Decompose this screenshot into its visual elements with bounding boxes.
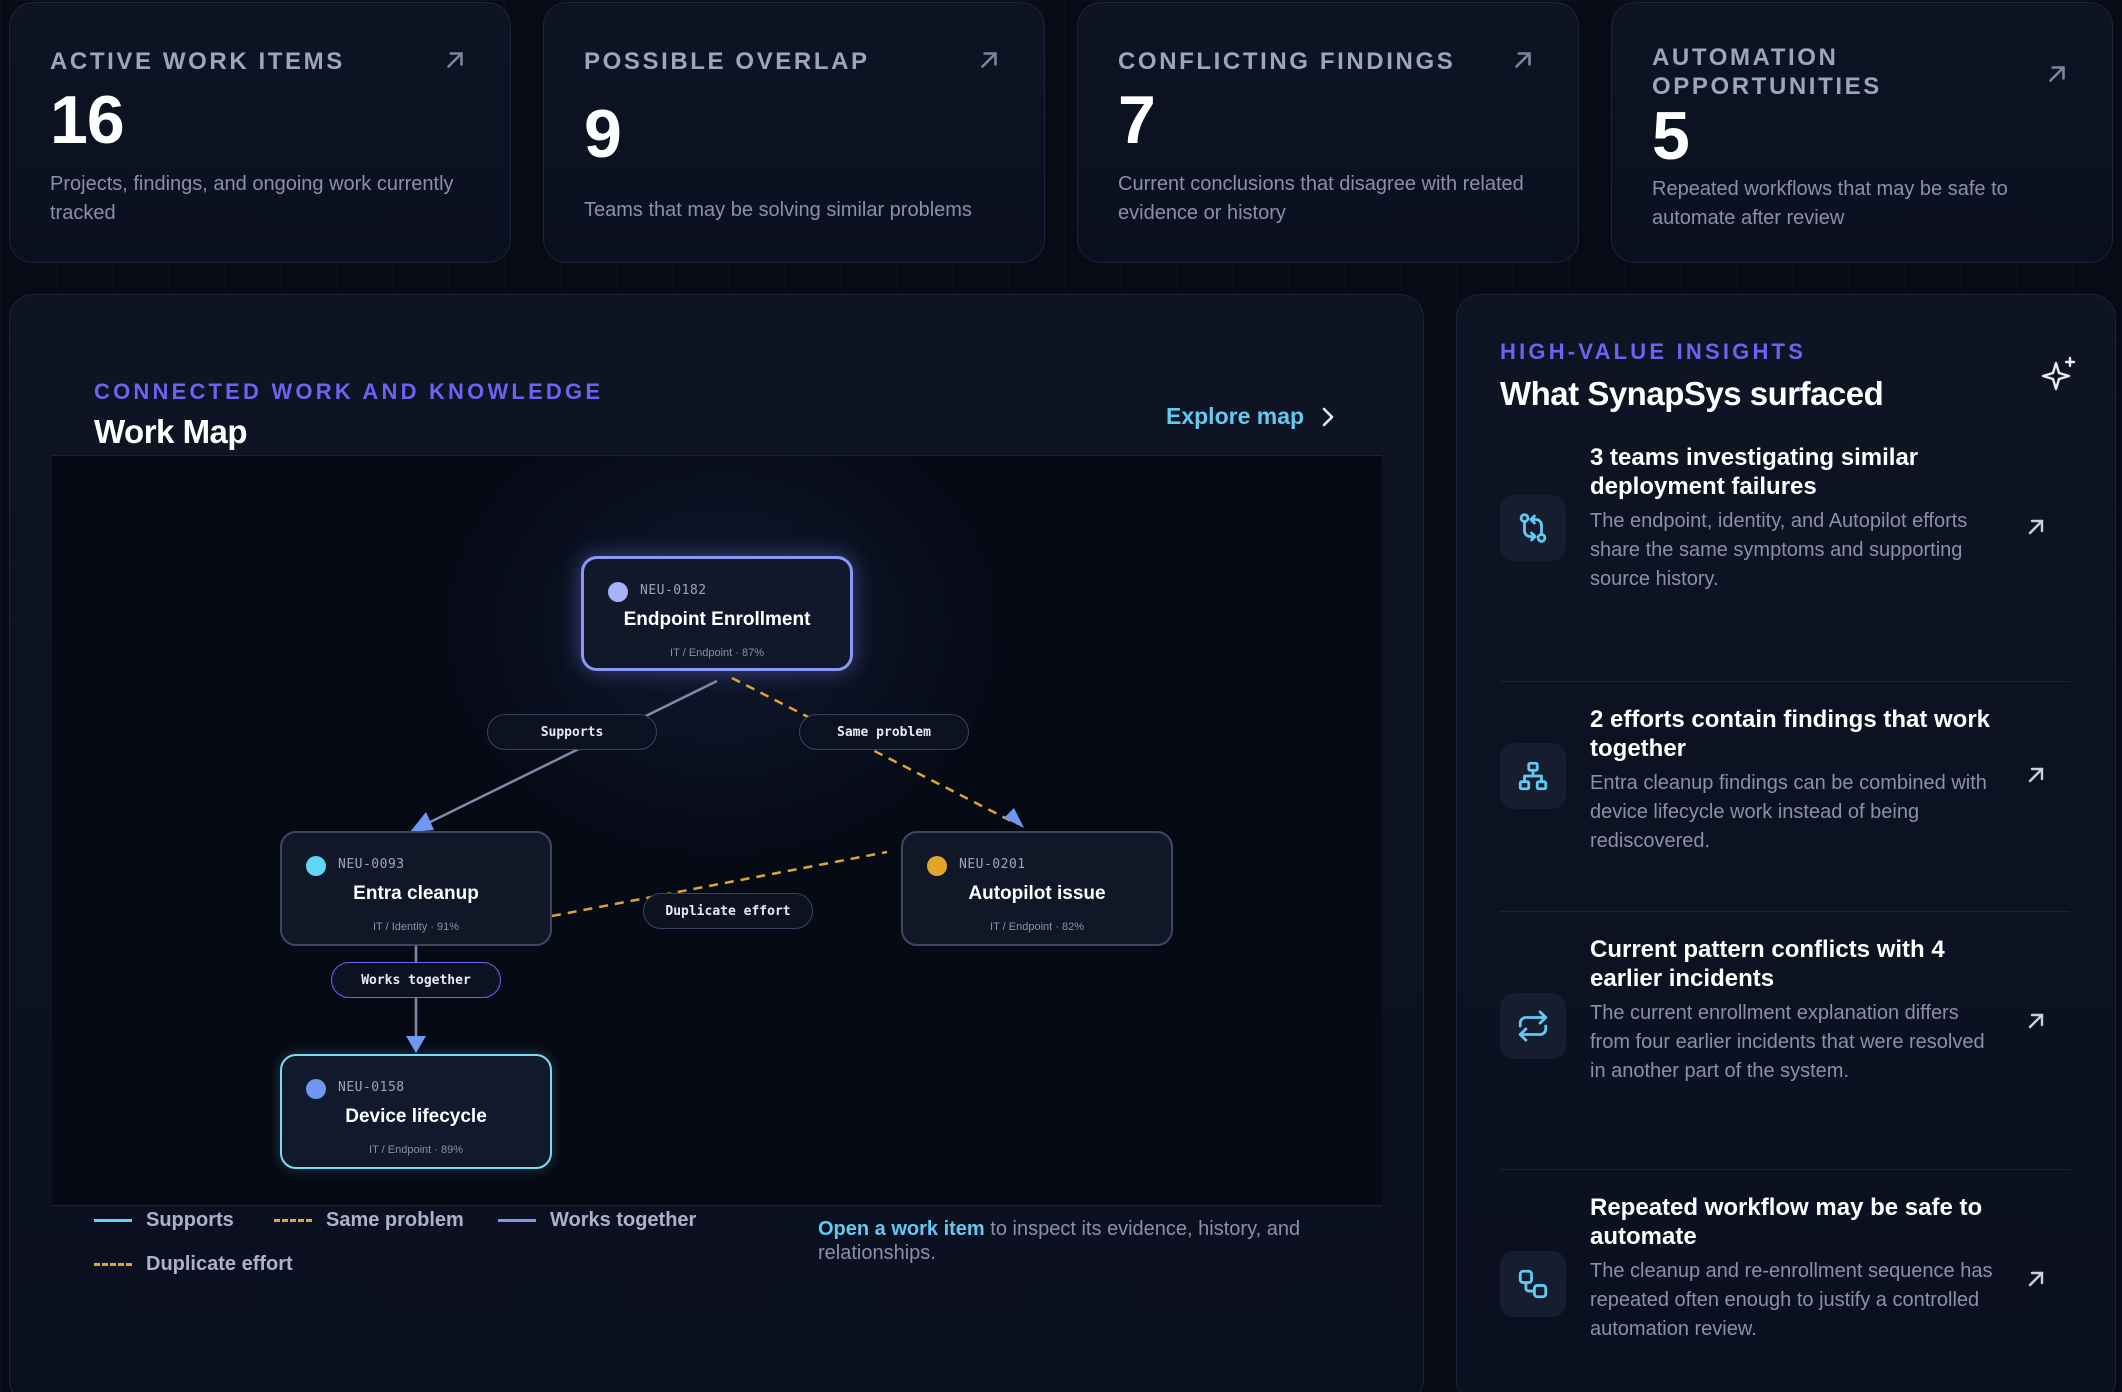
node-title: Entra cleanup bbox=[353, 883, 479, 904]
stat-label: Automation opportunities bbox=[1652, 44, 1882, 100]
stat-card-conflicting-findings[interactable]: Conflicting findings 7 Current conclusio… bbox=[1077, 2, 1579, 263]
work-map-panel: Connected work and knowledge Work Map Ex… bbox=[9, 294, 1424, 1392]
node-title: Autopilot issue bbox=[968, 883, 1106, 904]
legend-swatch bbox=[94, 1219, 132, 1222]
edge-same-problem bbox=[731, 676, 1018, 826]
legend-item-same-problem: Same problem bbox=[274, 1209, 464, 1232]
legend-item-works-together: Works together bbox=[498, 1209, 696, 1232]
stat-card-automation-opportunities[interactable]: Automation opportunities 5 Repeated work… bbox=[1611, 2, 2113, 263]
stat-value: 5 bbox=[1652, 98, 1690, 174]
stat-description: Projects, findings, and ongoing work cur… bbox=[50, 173, 454, 224]
node-endpoint-enrollment[interactable]: NEU-0182 Endpoint Enrollment IT / Endpoi… bbox=[581, 556, 853, 671]
node-autopilot-issue[interactable]: NEU-0201 Autopilot issue IT / Endpoint ·… bbox=[901, 831, 1173, 946]
insight-item[interactable]: Repeated workflow may be safe to automat… bbox=[1500, 1194, 2070, 1355]
node-title: Endpoint Enrollment bbox=[623, 609, 811, 630]
divider bbox=[1500, 681, 2070, 682]
panel-title: What SynapSys surfaced bbox=[1500, 375, 1884, 412]
legend-label: Works together bbox=[550, 1209, 697, 1231]
stat-card-active-work[interactable]: Active work items 16 Projects, findings,… bbox=[9, 2, 511, 263]
stat-description: Teams that may be solving similar proble… bbox=[584, 199, 972, 221]
stat-label: Conflicting findings bbox=[1118, 48, 1456, 75]
node-id: NEU-0182 bbox=[640, 583, 707, 598]
chevron-right-icon bbox=[1322, 407, 1334, 426]
arrow-up-right-icon[interactable] bbox=[2024, 1267, 2048, 1291]
insight-body: Entra cleanup findings can be combined w… bbox=[1590, 772, 1987, 852]
explore-map-label: Explore map bbox=[1166, 403, 1305, 429]
edge-label-same-problem[interactable]: Same problem bbox=[799, 714, 969, 750]
stat-description: Current conclusions that disagree with r… bbox=[1118, 173, 1524, 224]
insight-item[interactable]: 3 teams investigating similar deployment… bbox=[1500, 443, 2070, 603]
status-dot bbox=[306, 1079, 326, 1099]
stat-value: 16 bbox=[50, 82, 125, 158]
arrowhead bbox=[406, 1036, 426, 1053]
node-id: NEU-0201 bbox=[959, 857, 1026, 872]
node-meta: IT / Endpoint · 87% bbox=[670, 647, 764, 659]
status-dot bbox=[306, 856, 326, 876]
work-map-canvas[interactable]: Supports Same problem Duplicate effort W… bbox=[52, 455, 1382, 1206]
node-title: Device lifecycle bbox=[345, 1106, 487, 1127]
arrow-up-right-icon[interactable] bbox=[1510, 47, 1536, 73]
section-eyebrow: High-value insights bbox=[1500, 339, 1807, 364]
insight-title: Current pattern conflicts with 4 earlier… bbox=[1590, 936, 1945, 992]
workflow-icon bbox=[1500, 1251, 1566, 1317]
section-eyebrow: Connected work and knowledge bbox=[94, 379, 604, 404]
explore-map-link[interactable]: Explore map bbox=[1166, 403, 1336, 430]
insights-panel: High-value insights What SynapSys surfac… bbox=[1456, 294, 2116, 1392]
node-entra-cleanup[interactable]: NEU-0093 Entra cleanup IT / Identity · 9… bbox=[280, 831, 552, 946]
edge-label-works-together[interactable]: Works together bbox=[331, 962, 501, 998]
arrow-up-right-icon[interactable] bbox=[442, 47, 468, 73]
arrowhead bbox=[1004, 808, 1024, 828]
insight-item[interactable]: 2 efforts contain findings that work tog… bbox=[1500, 706, 2070, 867]
legend-label: Same problem bbox=[326, 1209, 464, 1231]
node-device-lifecycle[interactable]: NEU-0158 Device lifecycle IT / Endpoint … bbox=[280, 1054, 552, 1169]
legend-item-supports: Supports bbox=[94, 1209, 234, 1232]
arrow-up-right-icon[interactable] bbox=[2024, 1009, 2048, 1033]
repeat-icon bbox=[1500, 993, 1566, 1059]
edge-supports bbox=[417, 679, 718, 830]
insight-body: The cleanup and re-enrollment sequence h… bbox=[1590, 1260, 1993, 1340]
arrow-up-right-icon[interactable] bbox=[2044, 61, 2070, 87]
stat-value: 9 bbox=[584, 96, 622, 172]
legend-label: Supports bbox=[146, 1209, 234, 1231]
node-meta: IT / Endpoint · 89% bbox=[369, 1144, 463, 1156]
open-work-item-link[interactable]: Open a work item bbox=[818, 1218, 985, 1240]
node-id: NEU-0158 bbox=[338, 1080, 405, 1095]
arrow-up-right-icon[interactable] bbox=[976, 47, 1002, 73]
arrow-up-right-icon[interactable] bbox=[2024, 515, 2048, 539]
stat-label: Possible overlap bbox=[584, 48, 870, 75]
insight-body: The current enrollment explanation diffe… bbox=[1590, 1002, 1985, 1082]
sparkle-icon bbox=[2041, 356, 2076, 391]
insight-title: 2 efforts contain findings that work tog… bbox=[1590, 706, 1991, 762]
node-meta: IT / Identity · 91% bbox=[372, 921, 459, 933]
panel-title: Work Map bbox=[94, 413, 248, 450]
hierarchy-icon bbox=[1500, 743, 1566, 809]
stat-value: 7 bbox=[1118, 82, 1156, 158]
legend-item-duplicate-effort: Duplicate effort bbox=[94, 1253, 293, 1276]
insight-body: The endpoint, identity, and Autopilot ef… bbox=[1590, 510, 1968, 590]
insight-title: Repeated workflow may be safe to automat… bbox=[1590, 1194, 1983, 1250]
status-dot bbox=[927, 856, 947, 876]
divider bbox=[1500, 911, 2070, 912]
insight-title: 3 teams investigating similar deployment… bbox=[1590, 444, 1919, 500]
legend-label: Duplicate effort bbox=[146, 1253, 293, 1275]
arrow-up-right-icon[interactable] bbox=[2024, 763, 2048, 787]
stat-label: Active work items bbox=[50, 48, 345, 75]
node-meta: IT / Endpoint · 82% bbox=[990, 921, 1084, 933]
legend-swatch bbox=[498, 1219, 536, 1222]
stat-card-possible-overlap[interactable]: Possible overlap 9 Teams that may be sol… bbox=[543, 2, 1045, 263]
edge-label-supports[interactable]: Supports bbox=[487, 714, 657, 750]
insight-item[interactable]: Current pattern conflicts with 4 earlier… bbox=[1500, 936, 2070, 1137]
node-id: NEU-0093 bbox=[338, 857, 405, 872]
stat-description: Repeated workflows that may be safe to a… bbox=[1652, 178, 2008, 229]
edge-label-duplicate-effort[interactable]: Duplicate effort bbox=[643, 893, 813, 929]
git-compare-icon bbox=[1500, 495, 1566, 561]
status-dot bbox=[608, 582, 628, 602]
arrowhead bbox=[410, 812, 434, 832]
map-hint: Open a work item to inspect its evidence… bbox=[818, 1217, 1358, 1265]
legend-swatch bbox=[94, 1263, 132, 1266]
divider bbox=[1500, 1169, 2070, 1170]
legend-swatch bbox=[274, 1219, 312, 1222]
